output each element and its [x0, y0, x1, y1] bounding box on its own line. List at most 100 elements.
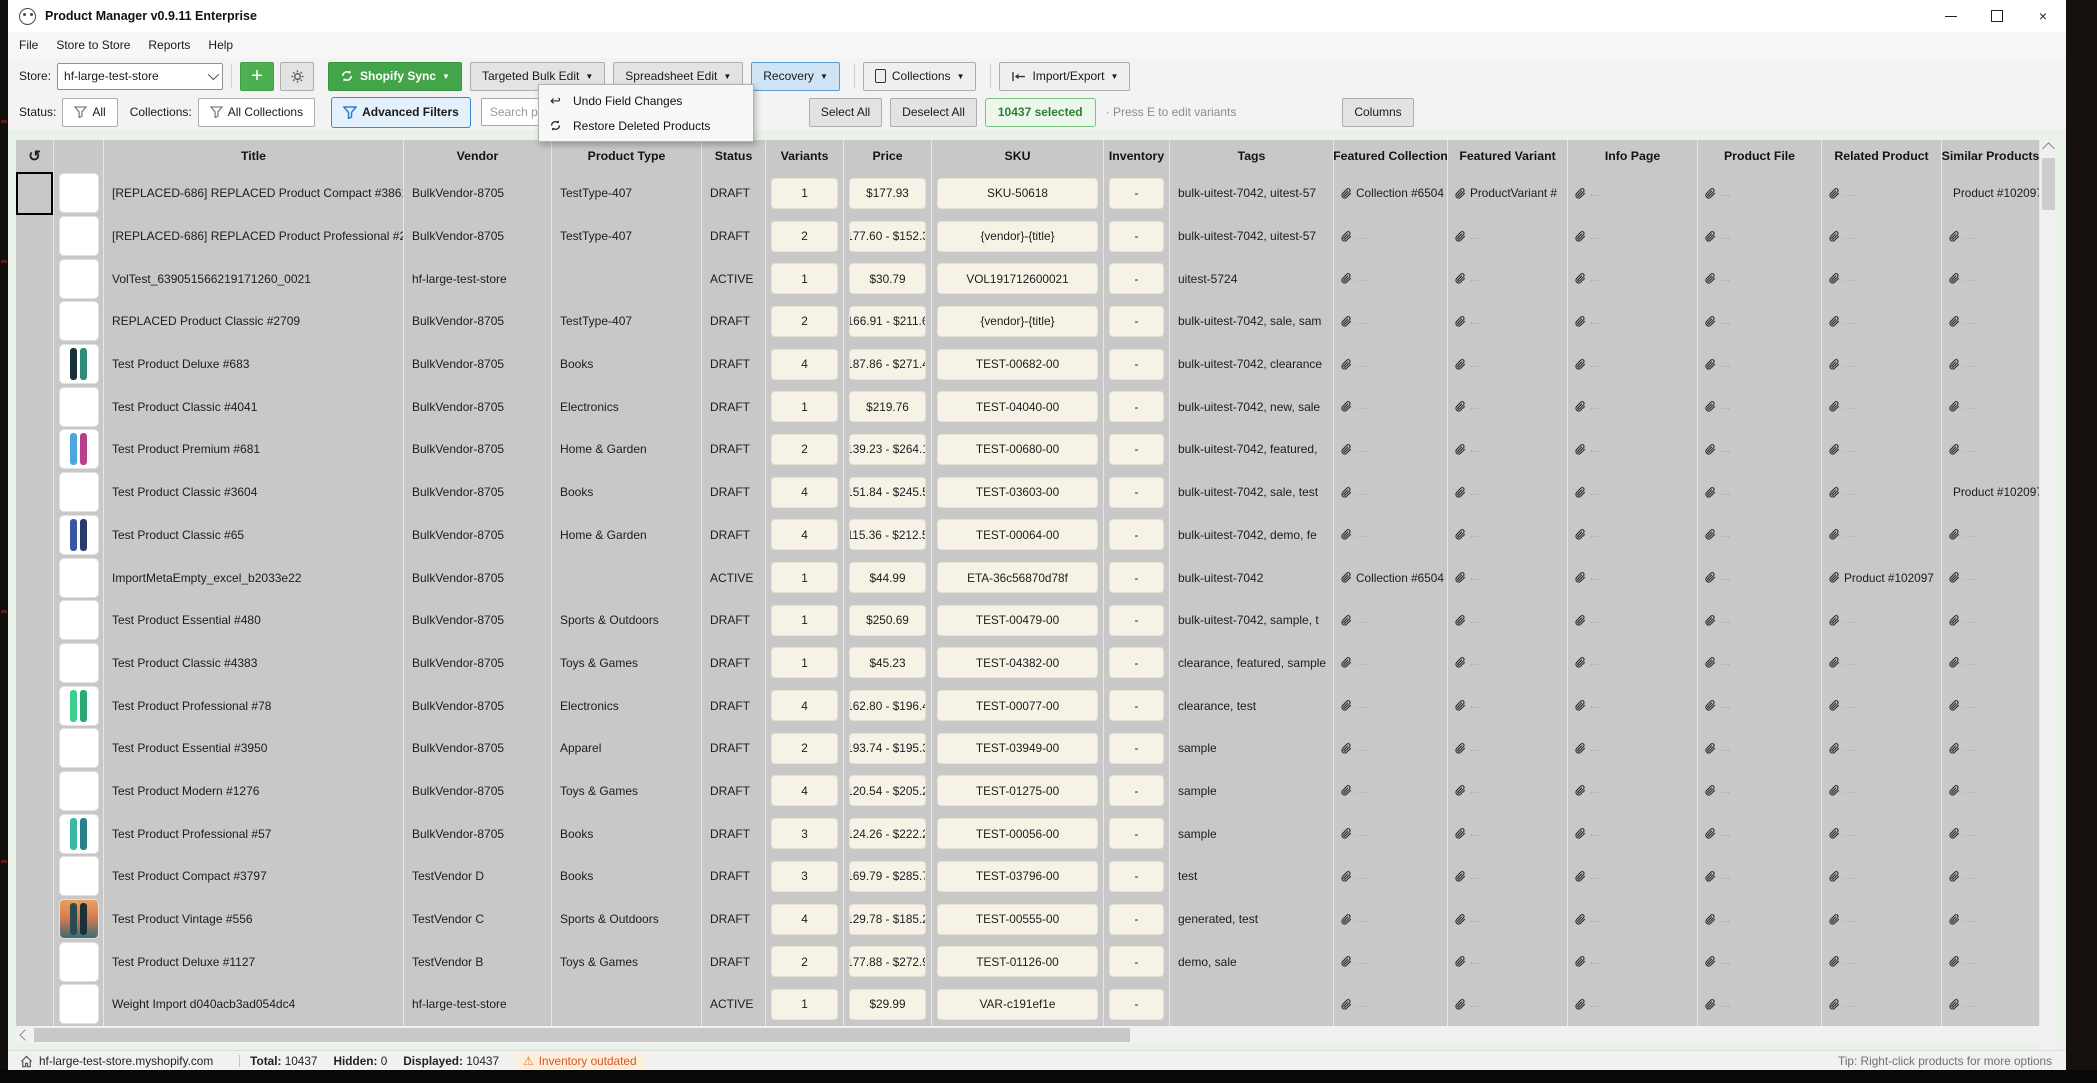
cell-related_product[interactable]: ... [1822, 300, 1942, 343]
table-row[interactable]: [REPLACED-686] REPLACED Product Compact … [16, 172, 2040, 215]
menu-reports[interactable]: Reports [139, 38, 199, 52]
cell-similar_products[interactable]: ... [1942, 556, 2040, 599]
cell-type[interactable]: Books [552, 342, 702, 386]
minimize-button[interactable] [1928, 0, 1974, 32]
cell-similar_products[interactable]: ... [1942, 726, 2040, 770]
cell-variants[interactable]: 1 [766, 385, 844, 429]
cell-similar_products[interactable]: ... [1942, 641, 2040, 685]
cell-title[interactable]: Test Product Modern #1276 [104, 769, 404, 813]
cell-related_product[interactable]: ... [1822, 470, 1942, 514]
inventory-chip[interactable]: - [1109, 220, 1164, 252]
inventory-chip[interactable]: - [1109, 433, 1164, 465]
cell-featured_variant[interactable]: ... [1448, 769, 1568, 813]
cell-related_product[interactable]: ... [1822, 983, 1942, 1026]
cell-type[interactable]: Sports & Outdoors [552, 897, 702, 941]
sku-chip[interactable]: TEST-03796-00 [937, 860, 1098, 892]
cell-featured_variant[interactable]: ... [1448, 983, 1568, 1026]
product-thumbnail-empty[interactable] [58, 770, 99, 811]
cell-sku[interactable]: TEST-00077-00 [932, 684, 1104, 727]
cell-price[interactable]: $177.88 - $272.95 [844, 940, 932, 984]
inventory-chip[interactable]: - [1109, 348, 1164, 380]
cell-thumb[interactable] [54, 897, 104, 941]
table-row[interactable]: ImportMetaEmpty_excel_b2033e22 BulkVendor… [16, 556, 2040, 599]
cell-product_file[interactable]: ... [1698, 983, 1822, 1026]
cell-product_file[interactable]: ... [1698, 513, 1822, 557]
cell-status[interactable]: DRAFT [702, 342, 766, 386]
cell-info_page[interactable]: ... [1568, 342, 1698, 386]
cell-type[interactable]: Toys & Games [552, 940, 702, 984]
cell-inventory[interactable]: - [1104, 172, 1170, 215]
sku-chip[interactable]: SKU-50618 [937, 177, 1098, 209]
inventory-chip[interactable]: - [1109, 476, 1164, 508]
table-row[interactable]: Test Product Premium #681 BulkVendor-8705… [16, 428, 2040, 471]
cell-variants[interactable]: 4 [766, 513, 844, 557]
inventory-chip[interactable]: - [1109, 775, 1164, 807]
sku-chip[interactable]: {vendor}-{title} [937, 220, 1098, 252]
cell-sku[interactable]: TEST-00555-00 [932, 897, 1104, 941]
cell-info_page[interactable]: ... [1568, 897, 1698, 941]
cell-tags[interactable]: test [1170, 855, 1334, 898]
cell-status[interactable]: DRAFT [702, 684, 766, 727]
table-row[interactable]: Test Product Deluxe #1127 TestVendor B Toy… [16, 940, 2040, 984]
vertical-scrollbar[interactable] [2040, 140, 2057, 1070]
sku-chip[interactable]: TEST-00064-00 [937, 519, 1098, 551]
header-type[interactable]: Product Type [552, 140, 702, 172]
cell-info_page[interactable]: ... [1568, 257, 1698, 301]
cell-vendor[interactable]: BulkVendor-8705 [404, 726, 552, 770]
cell-similar_products[interactable]: ... [1942, 812, 2040, 855]
horizontal-scroll-thumb[interactable] [34, 1028, 1130, 1042]
cell-featured_variant[interactable]: ... [1448, 257, 1568, 301]
cell-related_product[interactable]: ... [1822, 342, 1942, 386]
cell-featured_collection[interactable]: ... [1334, 897, 1448, 941]
cell-status[interactable]: DRAFT [702, 300, 766, 343]
variants-chip[interactable]: 4 [771, 903, 838, 935]
cell-similar_products[interactable]: ... [1942, 598, 2040, 642]
cell-reset[interactable] [16, 556, 54, 599]
cell-price[interactable]: $129.78 - $185.25 [844, 897, 932, 941]
cell-type[interactable]: Toys & Games [552, 641, 702, 685]
cell-reset[interactable] [16, 812, 54, 855]
cell-similar_products[interactable]: ... [1942, 342, 2040, 386]
cell-status[interactable]: DRAFT [702, 172, 766, 215]
cell-product_file[interactable]: ... [1698, 257, 1822, 301]
table-row[interactable]: Test Product Classic #65 BulkVendor-8705 H… [16, 513, 2040, 557]
cell-title[interactable]: VolTest_639051566219171260_0021 [104, 257, 404, 301]
variants-chip[interactable]: 2 [771, 433, 838, 465]
cell-reset[interactable] [16, 769, 54, 813]
cell-info_page[interactable]: ... [1568, 855, 1698, 898]
cell-sku[interactable]: TEST-01126-00 [932, 940, 1104, 984]
cell-status[interactable]: DRAFT [702, 385, 766, 429]
cell-featured_collection[interactable]: ... [1334, 300, 1448, 343]
sku-chip[interactable]: TEST-01275-00 [937, 775, 1098, 807]
cell-vendor[interactable]: BulkVendor-8705 [404, 769, 552, 813]
header-thumb[interactable] [54, 140, 104, 172]
cell-sku[interactable]: TEST-00056-00 [932, 812, 1104, 855]
cell-related_product[interactable]: ... [1822, 897, 1942, 941]
cell-similar_products[interactable]: ... [1942, 385, 2040, 429]
table-row[interactable]: Test Product Classic #3604 BulkVendor-870… [16, 470, 2040, 514]
cell-reset[interactable] [16, 300, 54, 343]
cell-type[interactable]: Sports & Outdoors [552, 598, 702, 642]
cell-vendor[interactable]: BulkVendor-8705 [404, 300, 552, 343]
cell-featured_variant[interactable]: ... [1448, 513, 1568, 557]
cell-vendor[interactable]: BulkVendor-8705 [404, 556, 552, 599]
price-chip[interactable]: $45.23 [849, 647, 926, 679]
cell-featured_variant[interactable]: ... [1448, 385, 1568, 429]
cell-reset[interactable] [16, 940, 54, 984]
table-row[interactable]: Test Product Deluxe #683 BulkVendor-8705 B… [16, 342, 2040, 386]
cell-featured_variant[interactable]: ... [1448, 556, 1568, 599]
price-chip[interactable]: $193.74 - $195.31 [849, 732, 926, 764]
cell-featured_variant[interactable]: ... [1448, 897, 1568, 941]
cell-info_page[interactable]: ... [1568, 300, 1698, 343]
cell-similar_products[interactable]: ... [1942, 897, 2040, 941]
add-store-button[interactable]: + [240, 61, 275, 91]
cell-type[interactable]: Home & Garden [552, 513, 702, 557]
cell-featured_collection[interactable]: ... [1334, 940, 1448, 984]
cell-type[interactable]: Apparel [552, 726, 702, 770]
cell-sku[interactable]: TEST-00064-00 [932, 513, 1104, 557]
cell-featured_variant[interactable]: ... [1448, 641, 1568, 685]
cell-tags[interactable]: bulk-uitest-7042, sale, sam [1170, 300, 1334, 343]
header-related_product[interactable]: Related Product [1822, 140, 1942, 172]
cell-tags[interactable]: bulk-uitest-7042, uitest-57 [1170, 214, 1334, 258]
cell-featured_variant[interactable]: ... [1448, 940, 1568, 984]
